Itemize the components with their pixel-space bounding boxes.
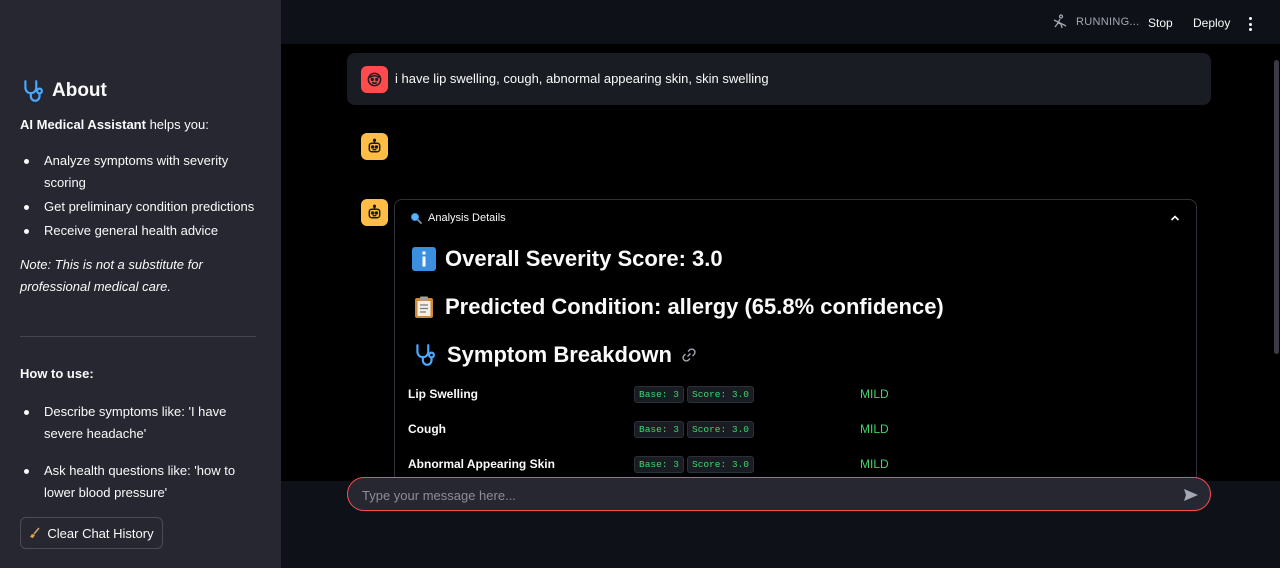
disclaimer-note: Note: This is not a substitute for profe…: [20, 257, 203, 294]
stethoscope-icon: [24, 80, 43, 102]
main-menu-icon[interactable]: [1246, 17, 1254, 31]
table-row: Cough Base: 3 Score: 3.0 MILD: [408, 421, 889, 438]
expander-header[interactable]: Analysis Details: [410, 212, 506, 224]
magnifier-icon: [410, 212, 422, 224]
running-status: RUNNING...: [1052, 14, 1140, 30]
condition-heading: Predicted Condition: allergy (65.8% conf…: [412, 294, 944, 320]
base-badge: Base: 3: [634, 386, 684, 403]
user-avatar-icon: [361, 66, 388, 93]
list-item: Analyze symptoms with severity scoring: [20, 150, 265, 194]
intro-text: AI Medical Assistant helps you:: [20, 117, 209, 132]
analysis-details-expander: Analysis Details Overall Severity Score:…: [394, 199, 1197, 489]
score-badge: Score: 3.0: [687, 456, 755, 473]
base-badge: Base: 3: [634, 421, 684, 438]
broom-icon: [30, 527, 41, 538]
severity-level: MILD: [860, 422, 889, 436]
assistant-avatar-icon: [361, 133, 388, 160]
chevron-up-icon[interactable]: [1169, 212, 1181, 224]
severity-level: MILD: [860, 457, 889, 471]
base-badge: Base: 3: [634, 456, 684, 473]
about-heading: About: [20, 78, 107, 104]
how-to-list: Describe symptoms like: 'I have severe h…: [20, 401, 260, 519]
severity-heading: Overall Severity Score: 3.0: [412, 246, 723, 272]
user-message-text: i have lip swelling, cough, abnormal app…: [395, 71, 769, 86]
assistant-avatar-icon: [361, 199, 388, 226]
clipboard-icon: [415, 296, 433, 318]
chat-input-container: [347, 477, 1211, 511]
how-to-heading: How to use:: [20, 366, 94, 381]
sidebar: About AI Medical Assistant helps you: An…: [0, 0, 281, 568]
list-item: Describe symptoms like: 'I have severe h…: [20, 401, 260, 445]
feature-list: Analyze symptoms with severity scoring G…: [20, 150, 265, 244]
severity-level: MILD: [860, 387, 889, 401]
list-item: Receive general health advice: [20, 220, 265, 242]
table-row: Lip Swelling Base: 3 Score: 3.0 MILD: [408, 386, 889, 403]
breakdown-heading: Symptom Breakdown: [412, 342, 697, 368]
deploy-button[interactable]: Deploy: [1193, 16, 1230, 30]
stethoscope-icon: [416, 344, 435, 366]
divider: [20, 336, 256, 337]
stop-button[interactable]: Stop: [1148, 16, 1173, 30]
running-person-icon: [1053, 14, 1067, 29]
clear-chat-history-button[interactable]: Clear Chat History: [20, 517, 163, 549]
list-item: Ask health questions like: 'how to lower…: [20, 460, 260, 504]
info-icon: [412, 247, 436, 271]
send-icon[interactable]: [1182, 486, 1200, 504]
link-icon[interactable]: [681, 347, 697, 363]
chat-input[interactable]: [362, 485, 1162, 505]
table-row: Abnormal Appearing Skin Base: 3 Score: 3…: [408, 456, 889, 473]
scrollbar[interactable]: [1274, 60, 1279, 354]
score-badge: Score: 3.0: [687, 421, 755, 438]
score-badge: Score: 3.0: [687, 386, 755, 403]
list-item: Get preliminary condition predictions: [20, 196, 265, 218]
